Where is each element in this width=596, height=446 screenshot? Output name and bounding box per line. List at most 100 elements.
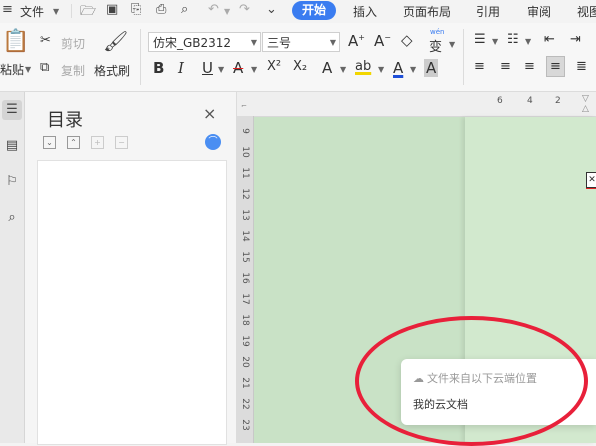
font-size-chevron-down-icon[interactable]: ▼ [330, 33, 336, 53]
highlight-chevron-down-icon[interactable]: ▼ [378, 65, 384, 74]
add-heading-icon[interactable]: + [91, 136, 104, 149]
undo-icon[interactable]: ↶ [208, 2, 219, 17]
tab-home[interactable]: 开始 [292, 1, 336, 20]
ruler-tick-label: 19 [240, 335, 250, 347]
font-color-button[interactable]: A [393, 59, 403, 77]
font-color-chevron-down-icon[interactable]: ▼ [410, 65, 416, 74]
align-center-icon[interactable]: ≡ [500, 59, 511, 74]
print-preview-icon[interactable]: ⌕ [181, 2, 188, 17]
collapse-icon[interactable]: ⌃ [67, 136, 80, 149]
shrink-font-icon[interactable]: A− [374, 32, 391, 50]
cut-button[interactable]: 剪切 [61, 35, 85, 52]
highlight-ring [355, 316, 588, 446]
justify-icon[interactable]: ≡ [546, 56, 565, 77]
superscript-button[interactable]: X² [267, 59, 281, 74]
text-effect-button[interactable]: A [322, 59, 332, 77]
paste-button[interactable]: 粘贴 [0, 61, 24, 78]
print-icon[interactable]: ⎙ [156, 2, 166, 17]
font-name-select[interactable]: 仿宋_GB2312 ▼ [148, 32, 261, 52]
bullet-list-icon[interactable]: ☰ [474, 32, 486, 47]
scissors-icon[interactable]: ✂ [40, 33, 51, 48]
export-icon[interactable]: ⎘ [131, 2, 141, 17]
align-left-icon[interactable]: ≡ [474, 59, 485, 74]
italic-button[interactable]: I [178, 59, 184, 77]
font-name-value: 仿宋_GB2312 [153, 36, 232, 50]
distributed-align-icon[interactable]: ≣ [576, 59, 587, 74]
ruler-corner: ⌐ [237, 92, 254, 116]
chapter-nav-icon[interactable]: ▤ [2, 136, 22, 156]
open-folder-icon[interactable]: 🗁 [80, 2, 96, 24]
file-chevron-down-icon[interactable]: ▼ [53, 7, 59, 16]
toc-nav-icon[interactable]: ☰ [2, 100, 22, 120]
nav-strip: ☰ ▤ ⚐ ⌕ [0, 92, 25, 443]
underline-chevron-down-icon[interactable]: ▼ [218, 65, 224, 74]
clear-format-icon[interactable]: ◇ [401, 31, 413, 49]
bookmark-icon[interactable]: ⚐ [2, 172, 22, 192]
indent-marker-icon[interactable]: ▽ [582, 94, 589, 104]
underline-button[interactable]: U [202, 59, 213, 77]
grow-font-icon[interactable]: A+ [348, 32, 365, 50]
tab-review[interactable]: 审阅 [527, 3, 551, 20]
ruler-tick-label: 22 [240, 398, 250, 410]
font-size-select[interactable]: 三号 ▼ [262, 32, 340, 52]
cloud-sync-icon[interactable]: ⌒ [205, 134, 221, 150]
separator [140, 29, 141, 85]
paste-icon[interactable]: 📋 [2, 29, 29, 54]
ribbon-home: 📋 粘贴 ▼ ✂ 剪切 ⧉ 复制 🖌 格式刷 仿宋_GB2312 ▼ 三号 ▼ … [0, 23, 596, 92]
ruler-tick-label: 6 [497, 96, 503, 106]
numbered-list-icon[interactable]: ☷ [507, 32, 519, 47]
menu-bar: ≡ 文件 ▼ 🗁 ▣ ⎘ ⎙ ⌕ ↶ ▼ ↷ ⌄ 开始 插入 页面布局 引用 审… [0, 0, 596, 22]
ruler-tick-label: 23 [240, 419, 250, 431]
menu-lines-icon[interactable]: ≡ [2, 2, 13, 17]
tab-insert[interactable]: 插入 [353, 3, 377, 20]
redo-icon[interactable]: ↷ [239, 2, 250, 17]
align-right-icon[interactable]: ≡ [524, 59, 535, 74]
char-shading-button[interactable]: A [424, 59, 439, 77]
tab-view[interactable]: 视图 [577, 3, 596, 20]
spellcheck-underline [586, 188, 596, 189]
paste-chevron-down-icon[interactable]: ▼ [25, 65, 31, 74]
format-painter-icon[interactable]: 🖌 [103, 29, 128, 53]
phonetic-guide-icon[interactable]: 变 [429, 36, 442, 55]
close-icon[interactable]: × [203, 104, 216, 123]
ruler-tick-label: 17 [240, 293, 250, 305]
ruler-tick-label: 14 [240, 230, 250, 242]
horizontal-ruler[interactable]: 6 4 2 ▽ △ [254, 92, 596, 117]
toc-list [37, 160, 227, 445]
phonetic-chevron-down-icon[interactable]: ▼ [449, 40, 455, 49]
tab-stop-icon[interactable]: ⌐ [241, 102, 247, 110]
ruler-tick-label: 11 [240, 167, 250, 179]
font-name-chevron-down-icon[interactable]: ▼ [251, 33, 257, 53]
file-menu[interactable]: 文件 [20, 3, 44, 20]
copy-icon[interactable]: ⧉ [40, 60, 49, 75]
tab-page-layout[interactable]: 页面布局 [403, 3, 451, 20]
strikethrough-chevron-down-icon[interactable]: ▼ [251, 65, 257, 74]
numbered-chevron-down-icon[interactable]: ▼ [525, 37, 531, 46]
text-effect-chevron-down-icon[interactable]: ▼ [340, 65, 346, 74]
strikethrough-button[interactable]: A [233, 59, 243, 77]
tab-references[interactable]: 引用 [476, 3, 500, 20]
save-icon[interactable]: ▣ [106, 2, 118, 17]
expand-icon[interactable]: ⌄ [43, 136, 56, 149]
ruler-tick-label: 20 [240, 356, 250, 368]
customize-toolbar-icon[interactable]: ⌄ [266, 2, 277, 17]
ruler-tick-label: 10 [240, 146, 250, 158]
subscript-button[interactable]: X₂ [293, 59, 307, 74]
ruler-tick-label: 2 [555, 96, 561, 106]
ruler-tick-label: 15 [240, 251, 250, 263]
remove-heading-icon[interactable]: − [115, 136, 128, 149]
copy-button[interactable]: 复制 [61, 62, 85, 79]
bullet-chevron-down-icon[interactable]: ▼ [492, 37, 498, 46]
bold-button[interactable]: B [153, 59, 164, 77]
decrease-indent-icon[interactable]: ⇤ [544, 32, 555, 47]
hanging-indent-icon[interactable]: △ [582, 104, 589, 114]
vertical-ruler[interactable]: 9 10 11 12 13 14 15 16 17 18 19 20 21 22… [237, 116, 254, 443]
increase-indent-icon[interactable]: ⇥ [570, 32, 581, 47]
format-painter-button[interactable]: 格式刷 [94, 62, 130, 79]
find-icon[interactable]: ⌕ [2, 208, 22, 228]
ruler-tick-label: 16 [240, 272, 250, 284]
highlight-button[interactable]: ab [355, 59, 371, 74]
ruler-tick-label: 13 [240, 209, 250, 221]
undo-chevron-down-icon[interactable]: ▼ [224, 7, 230, 16]
separator [463, 29, 464, 85]
